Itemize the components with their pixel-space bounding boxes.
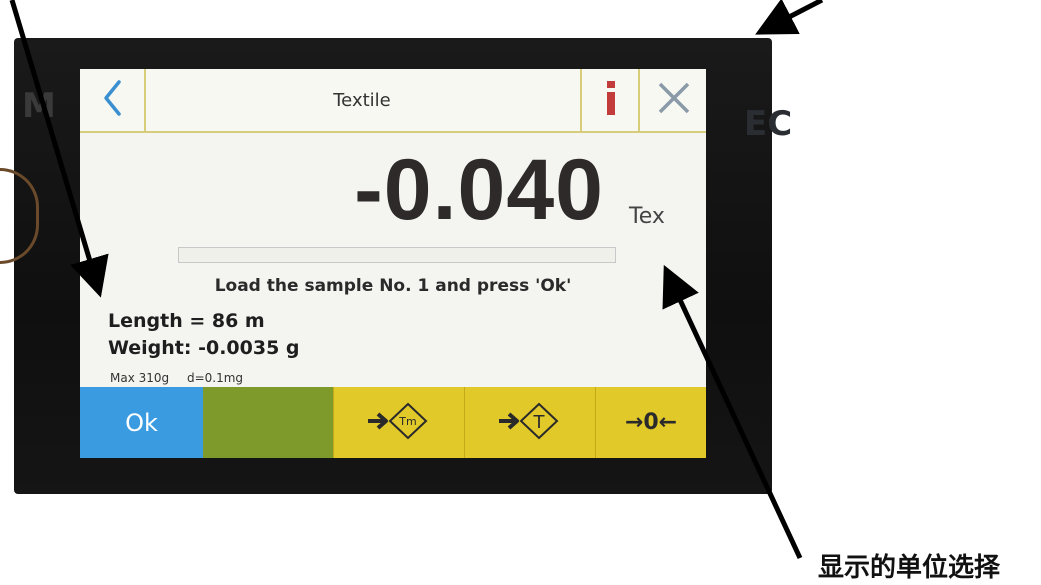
touch-screen: Textile -0.040 Tex Load the sample No. 1… bbox=[80, 69, 706, 458]
close-icon bbox=[656, 80, 692, 120]
tare-button[interactable]: T bbox=[464, 387, 595, 458]
bezel-left-mark: M bbox=[22, 86, 56, 126]
photo-stage: M EC Textile -0.040 Tex Load the sample … bbox=[0, 0, 1041, 585]
info-button[interactable] bbox=[580, 69, 640, 131]
weight-display-value: -0.040 bbox=[354, 142, 604, 238]
page-title: Textile bbox=[333, 89, 391, 111]
ok-button[interactable]: Ok bbox=[80, 387, 203, 458]
length-readout: Length = 86 m bbox=[108, 310, 265, 332]
close-button[interactable] bbox=[638, 69, 706, 131]
weight-readout: Weight: -0.0035 g bbox=[108, 337, 300, 359]
instruction-prompt: Load the sample No. 1 and press 'Ok' bbox=[214, 276, 572, 296]
tare-memory-icon: Tm bbox=[364, 401, 434, 445]
zero-button[interactable]: →0← bbox=[595, 387, 706, 458]
info-icon bbox=[601, 78, 621, 122]
svg-text:Tm: Tm bbox=[398, 415, 416, 428]
tare-memory-button[interactable]: Tm bbox=[333, 387, 464, 458]
bezel-knob bbox=[0, 168, 39, 264]
annotation-caption: 显示的单位选择 bbox=[818, 553, 1001, 583]
annotation-arrow-top-right bbox=[755, 0, 824, 35]
soft-button-row: Ok Tm T →0← bbox=[80, 387, 706, 458]
max-capacity-label: Max 310g bbox=[110, 371, 170, 385]
svg-text:T: T bbox=[533, 412, 546, 433]
back-button[interactable] bbox=[80, 69, 146, 131]
capacity-info: Max 310g d=0.1mg bbox=[110, 371, 257, 385]
blank-function-button[interactable] bbox=[203, 387, 333, 458]
title-bar: Textile bbox=[80, 69, 706, 133]
unit-label[interactable]: Tex bbox=[629, 204, 665, 229]
resolution-label: d=0.1mg bbox=[186, 371, 244, 385]
tare-icon: T bbox=[495, 401, 565, 445]
progress-bar bbox=[178, 247, 616, 263]
bezel-right-mark: EC bbox=[744, 104, 793, 144]
chevron-left-icon bbox=[101, 79, 123, 121]
